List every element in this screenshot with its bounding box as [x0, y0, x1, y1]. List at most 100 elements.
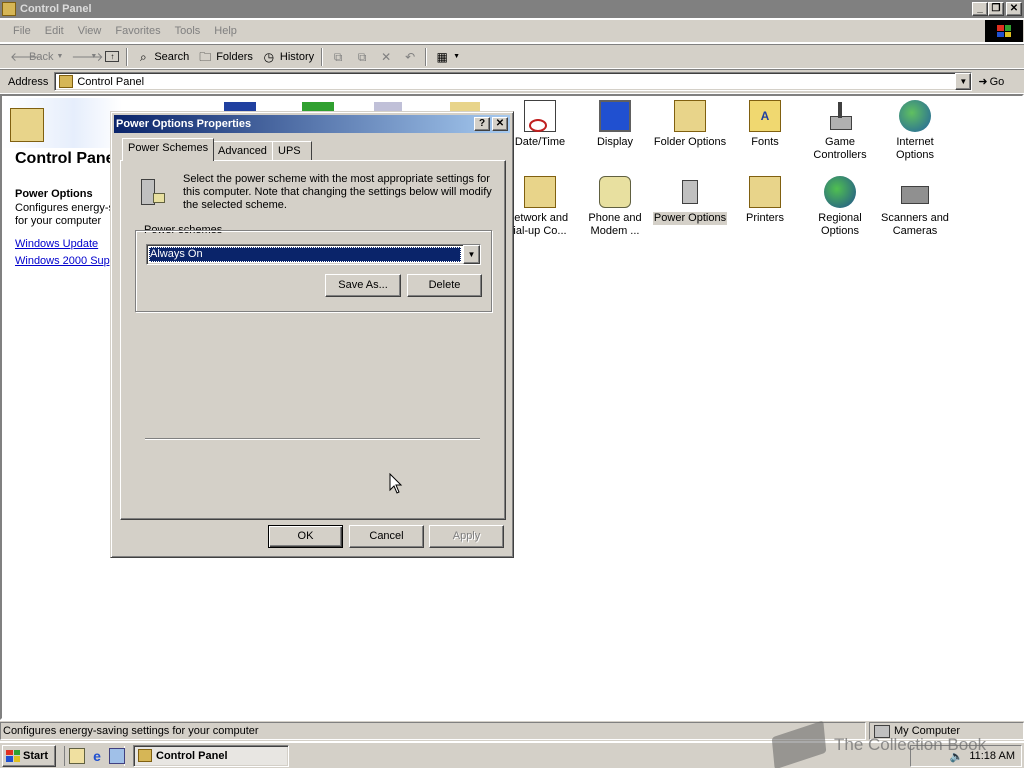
datetime-label: Date/Time	[514, 136, 566, 148]
address-field[interactable]: Control Panel ▼	[54, 72, 973, 91]
dialog-close-button[interactable]: ✕	[492, 117, 508, 131]
tab-ups[interactable]: UPS	[272, 141, 312, 161]
system-tray: 🔈 11:18 AM	[910, 745, 1022, 767]
windows-2000-support-link[interactable]: Windows 2000 Supp	[15, 255, 116, 267]
menu-tools[interactable]: Tools	[168, 25, 208, 37]
scanners-cameras-label: Scanners and Cameras	[881, 212, 949, 237]
internet-explorer-icon[interactable]: e	[89, 748, 105, 764]
tab-advanced-label: Advanced	[218, 145, 267, 157]
restore-button[interactable]: ❐	[988, 2, 1004, 16]
undo-icon: ↶	[405, 49, 416, 64]
internet-options-icon-item[interactable]: Internet Options	[877, 100, 953, 162]
dialog-titlebar[interactable]: Power Options Properties ? ✕	[114, 115, 510, 133]
taskbar-button-control-panel[interactable]: Control Panel	[133, 744, 289, 767]
monitor-icon	[599, 100, 631, 132]
back-button[interactable]: 🡐 Back ▼	[6, 46, 67, 68]
control-panel-folder-icon	[59, 75, 74, 88]
up-button[interactable]: ↑	[101, 46, 123, 68]
tab-power-schemes[interactable]: Power Schemes	[122, 138, 215, 161]
divider	[145, 438, 480, 440]
joystick-icon	[824, 100, 856, 132]
move-to-button[interactable]: ⧉	[326, 46, 350, 68]
taskbar-task-label: Control Panel	[156, 749, 228, 762]
phone-modem-icon-item[interactable]: Phone and Modem ...	[577, 176, 653, 238]
go-label: Go	[989, 75, 1005, 88]
menu-file[interactable]: File	[6, 25, 38, 37]
toolbar-separator	[425, 47, 428, 66]
address-dropdown-button[interactable]: ▼	[955, 73, 972, 90]
clock[interactable]: 11:18 AM	[969, 750, 1015, 762]
delete-toolbar-button[interactable]: ✕	[374, 46, 398, 68]
search-button[interactable]: ⌕ Search	[131, 46, 193, 68]
ok-label: OK	[297, 530, 314, 542]
views-grid-icon: ▦	[436, 49, 448, 64]
chevron-down-icon[interactable]: ▼	[463, 245, 480, 264]
menu-help[interactable]: Help	[207, 25, 244, 37]
apply-button[interactable]: Apply	[429, 525, 504, 548]
menu-favorites[interactable]: Favorites	[108, 25, 167, 37]
go-button[interactable]: ➜ Go	[978, 75, 1005, 89]
undo-button[interactable]: ↶	[398, 46, 422, 68]
history-button[interactable]: ◷ History	[257, 46, 318, 68]
address-bar: Address Control Panel ▼ ➜ Go	[0, 69, 1024, 93]
delete-label: Delete	[428, 279, 461, 291]
move-to-icon: ⧉	[333, 49, 343, 64]
forward-dropdown-icon[interactable]: ▼	[90, 53, 97, 60]
scanner-camera-icon	[899, 176, 931, 208]
save-as-button[interactable]: Save As...	[325, 274, 401, 297]
game-controllers-icon-item[interactable]: Game Controllers	[802, 100, 878, 162]
windows-update-link[interactable]: Windows Update	[15, 238, 98, 250]
volume-icon[interactable]: 🔈	[950, 750, 964, 763]
web-view-panel: Control Panel Power Options Configures e…	[2, 96, 122, 296]
start-button[interactable]: Start	[2, 744, 56, 767]
cancel-label: Cancel	[369, 530, 404, 542]
power-schemes-panel: Select the power scheme with the most ap…	[120, 160, 506, 520]
delete-x-icon: ✕	[381, 49, 392, 64]
power-scheme-select[interactable]: Always On ▼	[146, 244, 481, 265]
fonts-folder-icon: A	[749, 100, 781, 132]
power-options-icon-item[interactable]: Power Options	[652, 176, 728, 225]
my-computer-icon	[874, 724, 890, 738]
menu-view[interactable]: View	[71, 25, 109, 37]
folders-label: Folders	[216, 50, 253, 63]
folder-options-icon	[674, 100, 706, 132]
ok-button[interactable]: OK	[268, 525, 343, 548]
panel-title: Control Panel	[15, 150, 120, 167]
outlook-express-icon[interactable]	[109, 747, 125, 764]
help-button[interactable]: ?	[474, 117, 490, 131]
forward-button[interactable]: 🡒 ▼	[67, 46, 103, 68]
folder-options-icon-item[interactable]: Folder Options	[652, 100, 728, 149]
intro-text: Select the power scheme with the most ap…	[183, 173, 492, 211]
display-icon-item[interactable]: Display	[577, 100, 653, 149]
regional-options-icon-item[interactable]: Regional Options	[802, 176, 878, 238]
scanners-cameras-icon-item[interactable]: Scanners and Cameras	[877, 176, 953, 238]
folders-button[interactable]: 🗀 Folders	[193, 46, 257, 68]
fonts-icon-item[interactable]: A Fonts	[727, 100, 803, 149]
delete-button[interactable]: Delete	[407, 274, 482, 297]
tab-advanced[interactable]: Advanced	[212, 141, 273, 161]
clock-calendar-icon	[524, 100, 556, 132]
status-zone: My Computer	[869, 722, 1024, 740]
menu-edit[interactable]: Edit	[38, 25, 71, 37]
toolbar-separator	[321, 47, 324, 66]
control-panel-icon	[2, 2, 16, 16]
window-titlebar[interactable]: Control Panel _ ❐ ✕	[0, 0, 1024, 18]
address-label: Address	[8, 75, 49, 88]
printers-icon-item[interactable]: Printers	[727, 176, 803, 225]
history-icon: ◷	[263, 49, 275, 64]
close-button[interactable]: ✕	[1006, 2, 1022, 16]
quick-launch: e	[64, 745, 125, 766]
tab-power-schemes-label: Power Schemes	[128, 142, 209, 154]
back-dropdown-icon[interactable]: ▼	[56, 53, 63, 60]
power-options-dialog: Power Options Properties ? ✕ Power Schem…	[110, 111, 514, 558]
cancel-button[interactable]: Cancel	[349, 525, 424, 548]
views-button[interactable]: ▦ ▼	[430, 46, 464, 68]
start-label: Start	[23, 749, 49, 762]
copy-to-button[interactable]: ⧉	[350, 46, 374, 68]
show-desktop-icon[interactable]	[69, 747, 85, 764]
minimize-button[interactable]: _	[972, 2, 988, 16]
display-label: Display	[596, 136, 634, 148]
selected-item-title: Power Options	[15, 188, 93, 200]
address-value: Control Panel	[77, 75, 145, 88]
back-label: Back	[29, 50, 54, 63]
